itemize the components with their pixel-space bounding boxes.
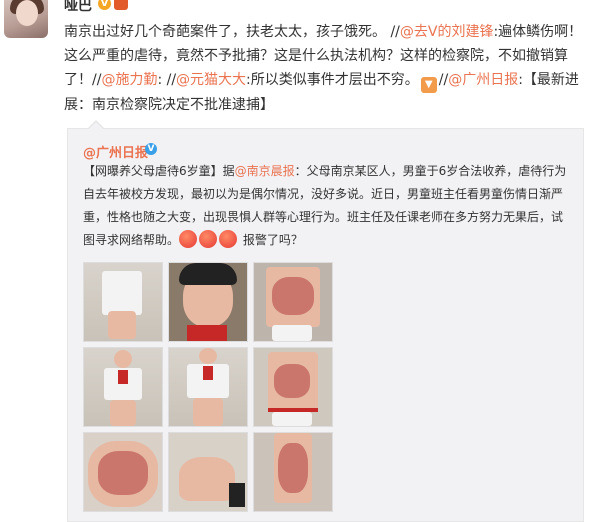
post-text-segment: :所以类似事件才层出不穷。 [246, 72, 419, 88]
repost-separator: // [386, 24, 400, 40]
mention-link[interactable]: @施力勤 [101, 72, 157, 88]
photo-thumbnail[interactable] [253, 432, 333, 512]
photo-thumbnail[interactable] [83, 432, 163, 512]
photo-thumbnail[interactable] [168, 262, 248, 342]
angry-face-icon [219, 230, 238, 248]
post-text-main: 南京出过好几个奇葩案件了，扶老太太，孩子饿死。 [64, 24, 386, 40]
repost-headline: 【网曝养父母虐待6岁童】 [83, 164, 223, 178]
angry-face-icon [199, 230, 218, 248]
username[interactable]: 哑巴 [64, 0, 92, 15]
thumb-down-icon: ▼ [420, 77, 437, 93]
mention-link[interactable]: @南京晨报 [235, 164, 295, 178]
verified-v-icon: V [98, 0, 111, 10]
mention-link[interactable]: @元猫大大 [176, 72, 246, 88]
photo-thumbnail[interactable] [83, 347, 163, 427]
mention-link[interactable]: @去V的刘建锋 [400, 24, 494, 40]
repost-author[interactable]: @广州日报 [83, 142, 148, 161]
post-text: 南京出过好几个奇葩案件了，扶老太太，孩子饿死。 //@去V的刘建锋:遍体鳞伤啊！… [64, 20, 584, 117]
repost-lead: 据 [222, 164, 235, 178]
repost-separator: // [438, 72, 449, 88]
user-avatar[interactable] [4, 0, 48, 38]
repost-tail: 报警了吗？ [242, 233, 303, 247]
repost-text: 【网曝养父母虐待6岁童】据@南京晨报：父母南京某区人，男童于6岁合法收养，虐待行… [83, 160, 573, 252]
mention-link[interactable]: @广州日报 [448, 72, 518, 88]
angry-face-icon [179, 230, 198, 248]
repost-separator: : // [157, 72, 177, 88]
repost-arrow-inner [89, 122, 103, 129]
photo-thumbnail[interactable] [168, 347, 248, 427]
verified-v-icon: V [145, 143, 157, 155]
photo-thumbnail[interactable] [83, 262, 163, 342]
photo-thumbnail[interactable] [168, 432, 248, 512]
photo-thumbnail[interactable] [253, 347, 333, 427]
photo-thumbnail[interactable] [253, 262, 333, 342]
medal-icon [114, 0, 128, 10]
